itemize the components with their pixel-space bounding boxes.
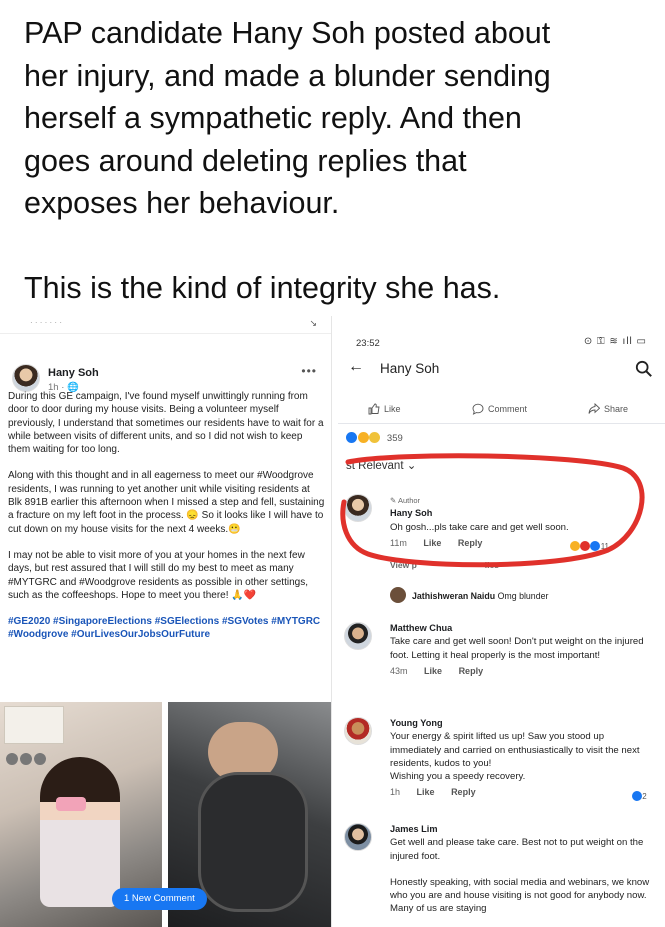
- comment-time: 11m: [390, 537, 407, 548]
- author-badge: ✎ Author: [390, 496, 421, 505]
- comment-reply-link[interactable]: Reply: [458, 538, 483, 548]
- comment-author[interactable]: Young Yong: [390, 717, 656, 730]
- comment-text: Get well and please take care. Best not …: [390, 837, 644, 862]
- post-hashtags[interactable]: #GE2020 #SingaporeElections #SGElections…: [8, 615, 326, 642]
- headline-line: her injury, and made a blunder sending: [24, 58, 551, 93]
- comment-text: Take care and get well soon! Don't put w…: [390, 636, 644, 661]
- page-title: Hany Soh: [380, 361, 440, 376]
- back-arrow-icon[interactable]: ←: [348, 358, 364, 376]
- status-time: 23:52: [356, 338, 380, 349]
- comment-label: Comment: [488, 404, 528, 414]
- comment-reply-link[interactable]: Reply: [451, 787, 476, 797]
- cropped-top-strip: · · · · · · · ↘: [0, 316, 331, 334]
- comment-like-link[interactable]: Like: [417, 787, 435, 797]
- comments-screenshot: 23:52 ⊙ ⚿ ≋ ıll ▭ ← Hany Soh Like Commen…: [338, 332, 665, 927]
- comment-text: Omg blunder: [497, 591, 549, 601]
- status-bar: 23:52 ⊙ ⚿ ≋ ıll ▭: [338, 332, 665, 354]
- avatar[interactable]: [390, 587, 406, 603]
- view-previous-replies-link[interactable]: View p lies: [390, 560, 499, 570]
- status-icons: ⊙ ⚿ ≋ ıll ▭: [583, 336, 647, 347]
- reaction-summary[interactable]: 359: [346, 432, 403, 444]
- post-header: Hany Soh 1h · 🌐 •••: [0, 334, 331, 393]
- headline: PAP candidate Hany Soh posted about her …: [24, 12, 654, 309]
- avatar[interactable]: [344, 717, 372, 745]
- comment-button[interactable]: Comment: [472, 403, 527, 415]
- sub-reply: Jathishweran Naidu Omg blunder: [390, 587, 660, 603]
- comment-reply-link[interactable]: Reply: [459, 666, 484, 676]
- thumbs-up-icon: [368, 403, 380, 415]
- comment-like-link[interactable]: Like: [424, 666, 442, 676]
- comment-icon: [472, 403, 484, 415]
- comment-author[interactable]: Matthew Chua: [390, 622, 656, 635]
- comment-like-link[interactable]: Like: [423, 538, 441, 548]
- share-icon: [588, 402, 601, 414]
- nav-bar: ← Hany Soh: [338, 354, 665, 384]
- avatar[interactable]: [344, 823, 372, 851]
- like-button[interactable]: Like: [368, 403, 401, 415]
- like-reaction-icon: [346, 432, 357, 443]
- action-bar: Like Comment Share: [338, 394, 665, 424]
- post-photos[interactable]: 1 New Comment: [0, 702, 331, 927]
- more-dots-icon[interactable]: •••: [301, 364, 317, 378]
- comment-author[interactable]: James Lim: [390, 823, 656, 836]
- arrow-icon: ↘: [309, 318, 317, 328]
- search-icon[interactable]: [635, 360, 653, 378]
- share-button[interactable]: Share: [588, 402, 629, 415]
- post-paragraph: I may not be able to visit more of you a…: [8, 549, 308, 601]
- avatar[interactable]: [12, 364, 40, 392]
- headline-line: herself a sympathetic reply. And then: [24, 101, 522, 135]
- comment-text: Honestly speaking, with social media and…: [390, 876, 650, 915]
- comment-reactions[interactable]: 2: [632, 791, 647, 801]
- most-relevant-dropdown[interactable]: st Relevant ⌄: [346, 458, 416, 472]
- comment-text: Wishing you a speedy recovery.: [390, 771, 526, 783]
- reaction-count: 359: [386, 433, 403, 444]
- new-comment-button[interactable]: 1 New Comment: [112, 888, 207, 910]
- post-paragraph: During this GE campaign, I've found myse…: [8, 391, 324, 456]
- comment-time: 1h: [390, 787, 401, 798]
- headline-line: This is the kind of integrity she has.: [24, 270, 501, 305]
- facebook-post-screenshot: · · · · · · · ↘ Hany Soh 1h · 🌐 ••• Duri…: [0, 316, 332, 927]
- care-reaction-icon: [357, 432, 369, 443]
- post-author[interactable]: Hany Soh: [48, 367, 99, 379]
- headline-line: exposes her behaviour.: [24, 186, 340, 220]
- sad-reaction-icon: [369, 432, 381, 443]
- share-label: Share: [604, 404, 629, 414]
- comment-text: Oh gosh...pls take care and get well soo…: [390, 521, 569, 533]
- comment-text: Your energy & spirit lifted us up! Saw y…: [390, 731, 640, 769]
- like-label: Like: [384, 404, 401, 414]
- comment-time: 43m: [390, 665, 408, 676]
- post-body: During this GE campaign, I've found myse…: [8, 390, 326, 655]
- avatar[interactable]: [344, 622, 372, 650]
- headline-line: goes around deleting replies that: [24, 143, 467, 178]
- comment-author[interactable]: Jathishweran Naidu: [412, 591, 495, 601]
- comment-author[interactable]: Hany Soh: [390, 507, 656, 520]
- headline-line: PAP candidate Hany Soh posted about: [24, 16, 551, 50]
- avatar[interactable]: [344, 494, 372, 522]
- comment-reactions[interactable]: 11: [570, 541, 609, 551]
- post-paragraph: Along with this thought and in all eager…: [8, 470, 325, 535]
